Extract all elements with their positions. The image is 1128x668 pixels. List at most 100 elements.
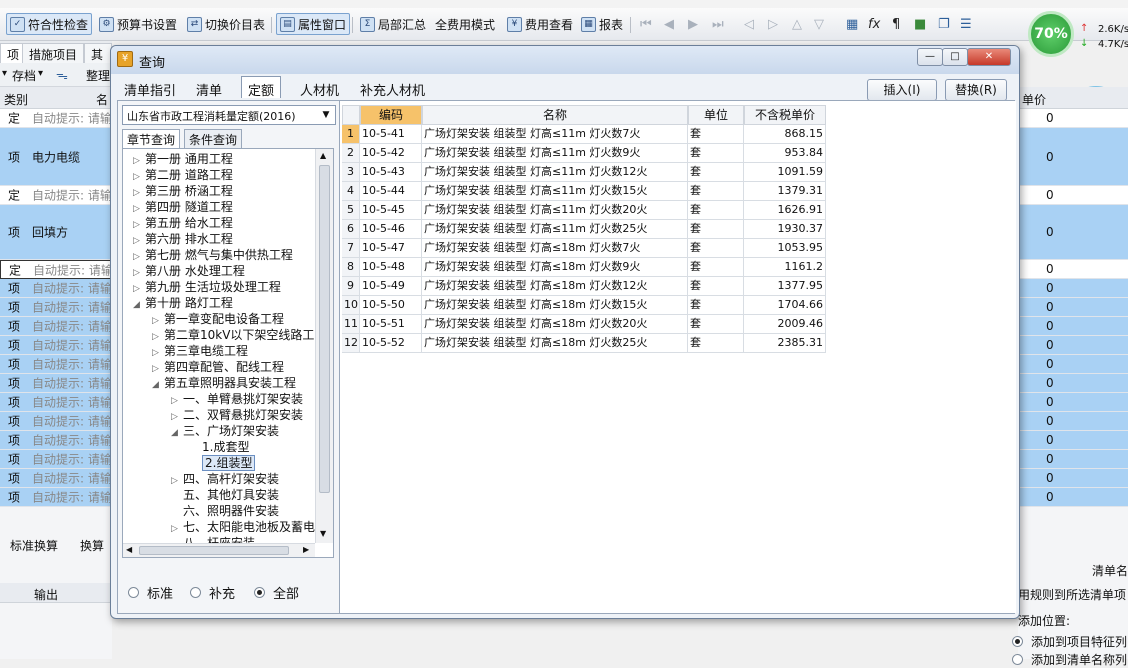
dropdown-icon[interactable]: ▾ (38, 68, 43, 79)
tree-node[interactable]: 六、照明器件安装 (171, 503, 279, 519)
move-right-icon[interactable]: ▷ (768, 17, 778, 32)
binoculars-icon[interactable]: ᯓ (56, 66, 68, 83)
tree-node[interactable]: ▷ 一、单臂悬挑灯架安装 (171, 391, 303, 407)
table-row[interactable]: 项自动提示: 请输 (0, 279, 112, 298)
tab-chapter-query[interactable]: 章节查询 (122, 129, 181, 148)
table-row[interactable]: 项自动提示: 请输 (0, 488, 112, 507)
table-row[interactable]: 项回填方 (0, 205, 112, 260)
tree-horizontal-scrollbar[interactable]: ◀ ▶ (123, 543, 315, 557)
maximize-button[interactable]: □ (942, 48, 968, 66)
tab-labor-material[interactable]: 人材机 (293, 76, 346, 99)
col-code[interactable]: 编码 (360, 105, 422, 125)
tab-other[interactable]: 其他 (84, 43, 112, 79)
report-button[interactable]: ▦ 报表 (578, 13, 626, 35)
tab-condition-query[interactable]: 条件查询 (184, 129, 243, 148)
next-icon[interactable]: ▶ (688, 17, 698, 32)
tree-node[interactable]: ▷ 第九册 生活垃圾处理工程 (133, 279, 281, 295)
partial-summary-button[interactable]: Σ 局部汇总 (357, 13, 429, 35)
tree-node[interactable]: ▷ 四、高杆灯架安装 (171, 471, 279, 487)
table-row[interactable]: 项自动提示: 请输 (0, 374, 112, 393)
tree-node[interactable]: ▷ 第六册 排水工程 (133, 231, 233, 247)
tree-node[interactable]: ▷ 第一册 通用工程 (133, 151, 233, 167)
col-unit[interactable]: 单位 (688, 105, 744, 125)
radio-supplement[interactable]: 补充 (190, 583, 235, 602)
compliance-check-button[interactable]: ✓ 符合性检查 (6, 13, 93, 35)
last-icon[interactable]: ⏭ (712, 17, 724, 32)
save-button[interactable]: 存档 (12, 67, 36, 84)
tab-measures[interactable]: 措施项目 (22, 43, 85, 63)
table-row[interactable]: 项自动提示: 请输 (0, 317, 112, 336)
radio-standard[interactable]: 标准 (128, 583, 173, 602)
tree-node[interactable]: ▷ 第七册 燃气与集中供热工程 (133, 247, 293, 263)
table-row[interactable]: 定自动提示: 请输 (0, 109, 112, 128)
tab-supplement-material[interactable]: 补充人材机 (353, 76, 432, 99)
list-icon[interactable]: ☰ (960, 17, 972, 32)
full-fee-mode-button[interactable]: 全费用模式 (432, 13, 498, 35)
tree-node[interactable]: 五、其他灯具安装 (171, 487, 279, 503)
expander-icon[interactable]: ◢ (171, 425, 183, 441)
table-row[interactable]: 项自动提示: 请输 (0, 355, 112, 374)
radio-all[interactable]: 全部 (254, 583, 299, 602)
tab-conversion[interactable]: 换算 (80, 537, 104, 554)
formula-icon[interactable]: fx (868, 17, 880, 32)
tab-list-guide[interactable]: 清单指引 (117, 76, 183, 99)
expander-icon[interactable]: ◢ (152, 377, 164, 393)
property-window-button[interactable]: ▤ 属性窗口 (276, 13, 351, 35)
table-row[interactable]: 项自动提示: 请输 (0, 393, 112, 412)
table-row[interactable]: 项电力电缆 (0, 128, 112, 186)
scroll-right-icon[interactable]: ▶ (303, 545, 309, 554)
tab-standard-conversion[interactable]: 标准换算 (10, 537, 58, 554)
table-row[interactable]: 项自动提示: 请输 (0, 336, 112, 355)
scroll-up-icon[interactable]: ▲ (320, 151, 326, 160)
tree-node[interactable]: 1.成套型 (190, 439, 249, 455)
tidy-button[interactable]: 整理 (86, 67, 110, 84)
prev-icon[interactable]: ◀ (664, 17, 674, 32)
tree-node[interactable]: ▷ 第八册 水处理工程 (133, 263, 245, 279)
table-row[interactable]: 项自动提示: 请输 (0, 412, 112, 431)
replace-button[interactable]: 替换(R) (945, 79, 1007, 101)
table-row[interactable]: 定自动提示: 请输 (0, 260, 113, 279)
tree-node[interactable]: ▷ 第四章配管、配线工程 (152, 359, 284, 375)
dropdown-icon[interactable]: ▾ (2, 68, 7, 79)
apply-rule-text[interactable]: 用规则到所选清单项 (1018, 586, 1126, 603)
tree-node[interactable]: ▷ 第五册 给水工程 (133, 215, 233, 231)
tree-node[interactable]: ▷ 二、双臂悬挑灯架安装 (171, 407, 303, 423)
add-to-name-option[interactable]: 添加到清单名称列 (1012, 651, 1127, 668)
table-row[interactable]: 项自动提示: 请输 (0, 450, 112, 469)
move-down-icon[interactable]: ▽ (814, 17, 824, 32)
tree-node[interactable]: ◢ 第五章照明器具安装工程 (152, 375, 296, 391)
col-price[interactable]: 不含税单价 (744, 105, 826, 125)
copy-icon[interactable]: ❐ (938, 17, 950, 32)
table-row[interactable]: 项自动提示: 请输 (0, 298, 112, 317)
budget-settings-button[interactable]: ⚙ 预算书设置 (96, 13, 180, 35)
col-name[interactable]: 名称 (422, 105, 688, 125)
first-icon[interactable]: ⏮ (640, 17, 652, 32)
tree-node[interactable]: ◢ 三、广场灯架安装 (171, 423, 279, 439)
close-button[interactable]: ✕ (967, 48, 1011, 66)
scroll-thumb[interactable] (319, 165, 330, 493)
switch-index-button[interactable]: ⇄ 切换价目表 (184, 13, 268, 35)
move-left-icon[interactable]: ◁ (744, 17, 754, 32)
move-up-icon[interactable]: △ (792, 17, 802, 32)
tree-node[interactable]: ▷ 第四册 隧道工程 (133, 199, 233, 215)
tab-list[interactable]: 清单 (189, 76, 229, 99)
tree-node[interactable]: ▷ 第二章10kV以下架空线路工 (152, 327, 314, 343)
tree-node[interactable]: ▷ 七、太阳能电池板及蓄电 (171, 519, 315, 535)
insert-button[interactable]: 插入(I) (867, 79, 937, 101)
table-row[interactable]: 项自动提示: 请输 (0, 469, 112, 488)
cube-icon[interactable]: ■ (914, 17, 926, 32)
add-to-feature-option[interactable]: 添加到项目特征列 (1012, 633, 1127, 650)
tree-node[interactable]: ▷ 第三章电缆工程 (152, 343, 248, 359)
quota-library-select[interactable]: 山东省市政工程消耗量定额(2016) ▼ (122, 105, 336, 125)
expander-icon[interactable]: ◢ (133, 297, 145, 313)
tree-vertical-scrollbar[interactable]: ▲ ▼ (315, 149, 333, 543)
scroll-left-icon[interactable]: ◀ (126, 545, 132, 554)
scroll-thumb[interactable] (139, 546, 289, 555)
scroll-down-icon[interactable]: ▼ (320, 529, 326, 538)
paragraph-icon[interactable]: ¶ (892, 17, 900, 32)
minimize-button[interactable]: — (917, 48, 943, 66)
tree-node[interactable]: 2.组装型 (190, 455, 256, 471)
fee-view-button[interactable]: ¥ 费用查看 (504, 13, 576, 35)
tree-node[interactable]: ▷ 第一章变配电设备工程 (152, 311, 284, 327)
table-row[interactable]: 定自动提示: 请输 (0, 186, 112, 205)
